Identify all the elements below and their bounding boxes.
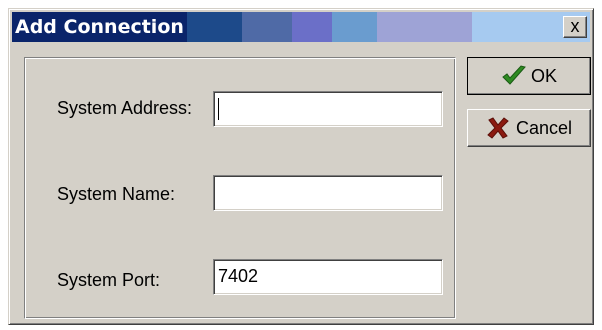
system-name-input[interactable] [213, 175, 443, 211]
add-connection-dialog: Add Connection x System Address: System … [8, 8, 594, 325]
window-title: Add Connection [15, 16, 184, 38]
ok-button[interactable]: OK [467, 57, 591, 95]
system-address-input[interactable] [213, 91, 443, 127]
system-address-label: System Address: [57, 98, 193, 118]
system-port-label: System Port: [57, 270, 161, 290]
system-name-label: System Name: [57, 184, 176, 204]
cross-icon [486, 116, 510, 140]
cancel-button[interactable]: Cancel [467, 109, 591, 147]
ok-label: OK [530, 65, 557, 86]
cancel-label: Cancel [515, 117, 573, 138]
title-bar[interactable]: Add Connection x [12, 12, 590, 42]
close-button[interactable]: x [563, 16, 587, 38]
connection-fields-group: System Address: System Name: System Port… [24, 57, 456, 319]
system-port-input[interactable]: 7402 [213, 259, 443, 295]
text-caret [218, 98, 219, 120]
checkmark-icon [501, 64, 526, 88]
close-icon: x [570, 16, 580, 36]
